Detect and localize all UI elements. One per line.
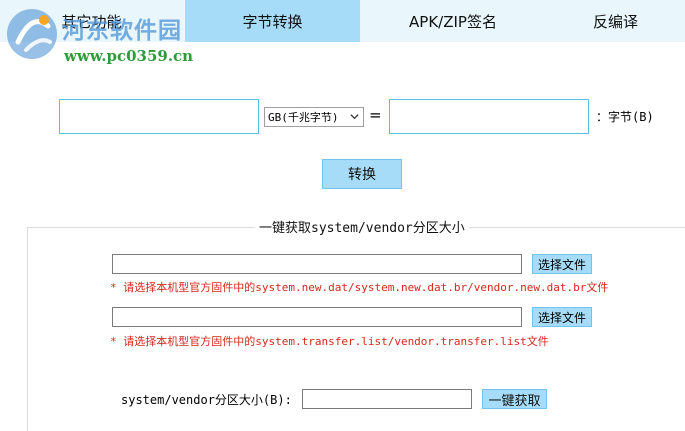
unit-select[interactable]: GB(千兆字节) — [264, 107, 364, 127]
source-value-input[interactable] — [59, 99, 259, 134]
one-click-get-button[interactable]: 一键获取 — [482, 389, 547, 409]
dat-file-hint: * 请选择本机型官方固件中的system.new.dat/system.new.… — [110, 281, 609, 294]
choose-transfer-list-button[interactable]: 选择文件 — [532, 307, 592, 327]
tab-bar: 其它功能 字节转换 APK/ZIP签名 反编译 — [0, 0, 685, 42]
tab-decompile[interactable]: 反编译 — [546, 0, 685, 42]
watermark-url: www.pc0359.cn — [64, 47, 194, 65]
transfer-list-path-input[interactable] — [112, 307, 522, 327]
chevron-down-icon — [350, 114, 359, 120]
convert-button[interactable]: 转换 — [322, 159, 402, 189]
result-value-input[interactable] — [389, 99, 589, 134]
tab-apk-zip-signing[interactable]: APK/ZIP签名 — [362, 0, 544, 42]
equals-sign: = — [369, 106, 382, 124]
tab-byte-conversion[interactable]: 字节转换 — [185, 0, 360, 42]
choose-dat-file-button[interactable]: 选择文件 — [532, 254, 592, 274]
partition-size-label: system/vendor分区大小(B): — [121, 393, 292, 407]
partition-size-output[interactable] — [302, 389, 472, 409]
unit-select-value: GB(千兆字节) — [268, 111, 339, 124]
dat-file-path-input[interactable] — [112, 254, 522, 274]
transfer-list-hint: * 请选择本机型官方固件中的system.transfer.list/vendo… — [110, 335, 549, 348]
result-unit-label: ：字节(B) — [596, 110, 654, 124]
tab-other-functions[interactable]: 其它功能 — [0, 0, 183, 42]
partition-group-legend: 一键获取system/vendor分区大小 — [255, 217, 469, 236]
